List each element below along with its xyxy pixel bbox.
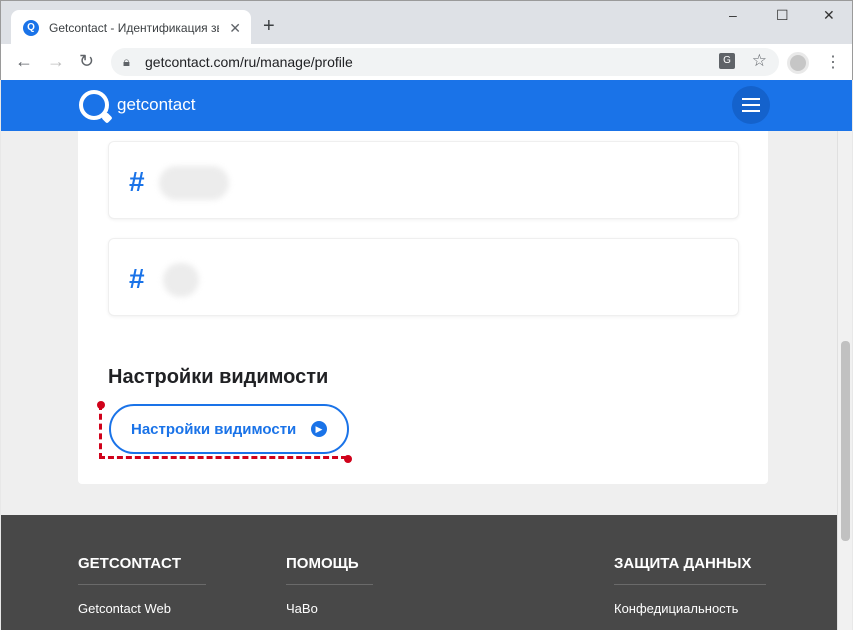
close-window-button[interactable]: ✕ <box>823 7 835 24</box>
footer-heading: ПОМОЩЬ <box>286 555 373 585</box>
chevron-right-icon: ▶ <box>311 421 327 437</box>
visibility-settings-button-label: Настройки видимости <box>131 420 297 438</box>
page-scrollbar[interactable] <box>837 131 852 630</box>
lock-icon: 🔒︎ <box>123 54 130 69</box>
back-arrow-icon[interactable]: ← <box>15 51 33 72</box>
site-header: getcontact <box>1 80 852 131</box>
minimize-button[interactable]: – <box>729 7 737 23</box>
browser-toolbar: ← → ↻ 🔒︎ getcontact.com/ru/manage/profil… <box>0 44 853 80</box>
maximize-button[interactable]: ☐ <box>776 7 789 24</box>
footer-link[interactable]: Конфедициальность <box>614 601 766 616</box>
footer-column-help: ПОМОЩЬ ЧаВо <box>286 555 373 616</box>
logo-text[interactable]: getcontact <box>117 95 195 115</box>
profile-card: # # Настройки видимости Настройки видимо… <box>78 131 768 484</box>
tab-title: Getcontact - Идентификация зв <box>49 20 219 35</box>
forward-arrow-icon[interactable]: → <box>47 51 65 72</box>
annotation-dot <box>97 401 105 409</box>
profile-avatar-icon[interactable] <box>787 52 809 74</box>
visibility-settings-button[interactable]: Настройки видимости ▶ <box>109 404 349 454</box>
getcontact-favicon-icon: Q <box>23 19 39 36</box>
hash-icon: # <box>129 166 145 197</box>
site-footer: GETCONTACT Getcontact Web ПОМОЩЬ ЧаВо ЗА… <box>1 515 837 630</box>
browser-tab[interactable]: Q Getcontact - Идентификация зв ✕ <box>11 10 251 45</box>
visibility-settings-heading: Настройки видимости <box>108 366 329 388</box>
browser-tabbar: Q Getcontact - Идентификация зв ✕ + – ☐ … <box>0 0 853 45</box>
footer-link[interactable]: ЧаВо <box>286 601 373 616</box>
tag-row[interactable]: # <box>108 141 739 219</box>
blurred-tag <box>159 166 229 200</box>
getcontact-logo-icon[interactable] <box>79 90 109 120</box>
scrollbar-thumb[interactable] <box>841 341 850 541</box>
reload-icon[interactable]: ↻ <box>79 51 94 72</box>
tab-close-icon[interactable]: ✕ <box>229 20 241 37</box>
hash-icon: # <box>129 263 145 294</box>
url-text[interactable]: getcontact.com/ru/manage/profile <box>145 54 353 70</box>
translate-icon[interactable]: G <box>719 53 735 69</box>
footer-column-getcontact: GETCONTACT Getcontact Web <box>78 555 206 616</box>
annotation-dot <box>344 455 352 463</box>
address-bar[interactable]: 🔒︎ getcontact.com/ru/manage/profile G ☆ <box>111 48 779 76</box>
new-tab-button[interactable]: + <box>263 15 275 38</box>
tag-row[interactable]: # <box>108 238 739 316</box>
footer-heading: GETCONTACT <box>78 555 206 585</box>
hamburger-menu-button[interactable] <box>732 86 770 124</box>
browser-menu-icon[interactable]: ⋮ <box>825 52 841 72</box>
web-page: getcontact # # Настройки видимости Настр… <box>1 80 852 630</box>
blurred-tag <box>163 263 199 297</box>
footer-heading: ЗАЩИТА ДАННЫХ <box>614 555 766 585</box>
footer-link[interactable]: Getcontact Web <box>78 601 206 616</box>
bookmark-star-icon[interactable]: ☆ <box>752 51 767 71</box>
footer-column-privacy: ЗАЩИТА ДАННЫХ Конфедициальность <box>614 555 766 616</box>
